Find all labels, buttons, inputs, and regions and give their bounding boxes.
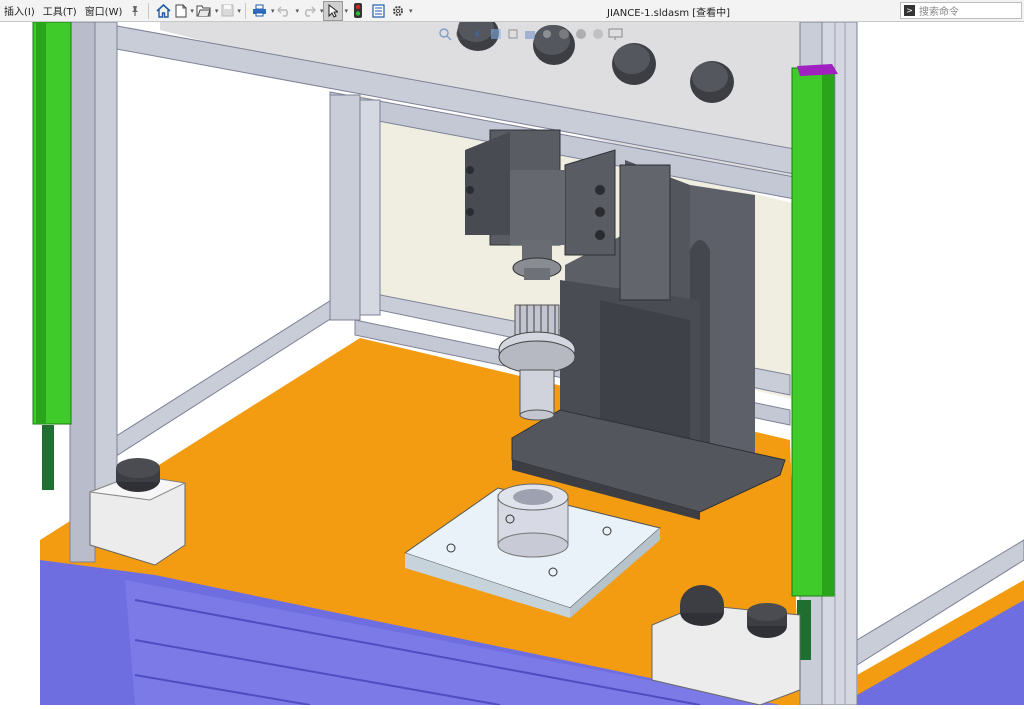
save-icon[interactable]: [218, 1, 236, 21]
options-dropdown-icon[interactable]: ▾: [409, 7, 413, 15]
undo-icon[interactable]: [274, 1, 294, 21]
zoom-to-fit-icon[interactable]: [438, 26, 452, 45]
new-document-icon[interactable]: [173, 1, 189, 21]
options-gear-icon[interactable]: [388, 1, 408, 21]
document-title: JIANCE-1.sldasm [查看中]: [607, 8, 731, 19]
hide-show-items-icon[interactable]: [540, 26, 554, 45]
gear: [514, 304, 560, 336]
search-placeholder: 搜索命令: [919, 7, 959, 18]
rebuild-traffic-light-icon[interactable]: [348, 1, 368, 21]
print-icon[interactable]: [250, 1, 270, 21]
toolbar-separator: [244, 2, 246, 19]
display-monitor-icon[interactable]: [608, 26, 624, 45]
display-style-icon[interactable]: [523, 26, 537, 45]
save-dropdown-icon[interactable]: ▾: [237, 7, 241, 15]
menu-insert[interactable]: 插入(I): [0, 3, 39, 18]
press-ram: [510, 170, 565, 245]
zoom-area-icon[interactable]: [455, 26, 469, 45]
pin-icon[interactable]: [126, 1, 144, 21]
frame-post: [329, 94, 361, 321]
toolbar-separator: [148, 2, 150, 19]
file-properties-icon[interactable]: [368, 1, 388, 21]
home-icon[interactable]: [153, 1, 173, 21]
light-curtain-cable: [42, 425, 54, 490]
open-folder-icon[interactable]: [194, 1, 214, 21]
heads-up-view-toolbar: [438, 26, 624, 45]
assembly-model: [0, 14, 1024, 706]
view-settings-icon[interactable]: [591, 26, 605, 45]
shaft: [519, 369, 555, 416]
command-prompt-icon: >: [904, 5, 915, 16]
select-pointer-icon[interactable]: [323, 0, 344, 21]
menu-window[interactable]: 窗口(W): [81, 3, 127, 18]
search-commands-field[interactable]: > 搜索命令: [900, 2, 1022, 19]
frame-post-left: [94, 21, 118, 548]
apply-scene-icon[interactable]: [574, 26, 588, 45]
graphics-viewport[interactable]: [0, 14, 1024, 706]
redo-icon[interactable]: [299, 1, 319, 21]
command-bar: 插入(I) 工具(T) 窗口(W) ▾ ▾ ▾ ▾ ▾ ▾ ▾ ▾ JIANCE…: [0, 0, 1024, 22]
light-curtain-cap: [797, 64, 838, 76]
view-orientation-icon[interactable]: [506, 26, 520, 45]
edit-appearance-icon[interactable]: [557, 26, 571, 45]
previous-view-icon[interactable]: [472, 26, 486, 45]
menu-tools[interactable]: 工具(T): [39, 3, 81, 18]
section-view-icon[interactable]: [489, 26, 503, 45]
